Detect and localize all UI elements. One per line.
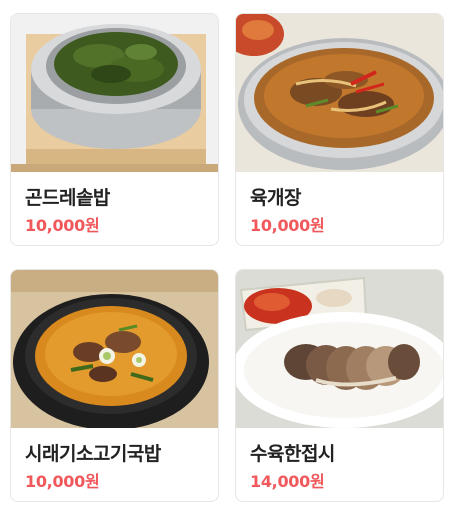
siraegi-gukbap-photo: [11, 270, 218, 428]
menu-item-price: 10,000원: [250, 216, 325, 235]
menu-item-name: 시래기소고기국밥: [25, 443, 161, 465]
menu-item-price: 10,000원: [25, 472, 100, 491]
menu-card-gondre-sotbap[interactable]: 곤드레솥밥 10,000원: [10, 13, 219, 246]
menu-card-suyuk-plate[interactable]: 수육한접시 14,000원: [235, 269, 444, 502]
gondre-sotbap-photo: [11, 14, 218, 172]
menu-item-price: 14,000원: [250, 472, 325, 491]
yukgaejang-photo: [236, 14, 443, 172]
menu-item-name: 육개장: [250, 187, 301, 209]
menu-card-yukgaejang[interactable]: 육개장 10,000원: [235, 13, 444, 246]
menu-grid: 곤드레솥밥 10,000원 육개장 10,000원 시래기소고기국밥 10,00…: [0, 0, 455, 517]
menu-item-price: 10,000원: [25, 216, 100, 235]
menu-card-siraegi-gukbap[interactable]: 시래기소고기국밥 10,000원: [10, 269, 219, 502]
menu-item-name: 수육한접시: [250, 443, 335, 465]
suyuk-plate-photo: [236, 270, 443, 428]
menu-item-name: 곤드레솥밥: [25, 187, 110, 209]
